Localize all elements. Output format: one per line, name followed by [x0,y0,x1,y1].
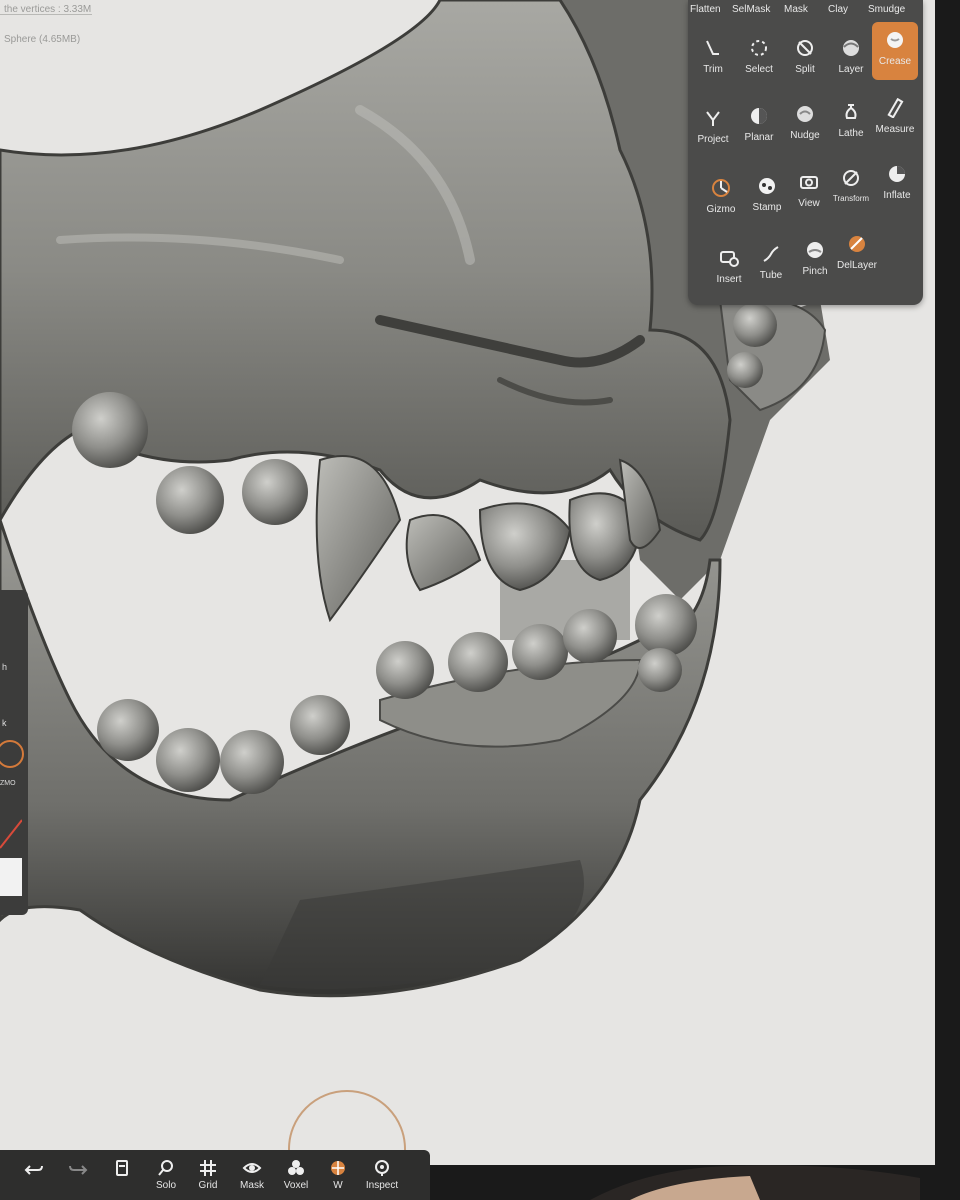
active-object-label[interactable]: Sphere (4.65MB) [4,34,80,45]
vertex-count-label: the vertices : 3.33M [4,4,92,15]
voxel-button[interactable]: Voxel [274,1150,318,1200]
tool-measure[interactable]: Measure [872,90,918,148]
dellayer-icon [849,236,865,252]
insert-icon [720,251,739,267]
project-icon [706,111,720,126]
mask-button[interactable]: Mask [230,1150,274,1200]
tool-mask[interactable]: Mask [784,4,808,15]
pinch-icon [807,242,823,258]
gizmo-label: ZMO [0,780,16,787]
tool-layer[interactable]: Layer [828,30,874,88]
wireframe-button[interactable]: W [316,1150,360,1200]
tool-tube[interactable]: Tube [748,236,794,294]
search-icon [158,1160,173,1176]
brush-stroke-icon[interactable] [0,812,22,852]
redo-icon [69,1165,88,1175]
left-dock-label[interactable]: h [2,662,7,672]
tool-project[interactable]: Project [690,100,736,158]
select-icon [751,40,767,56]
tool-insert[interactable]: Insert [706,240,752,298]
crease-icon [887,32,903,48]
planar-icon [751,108,767,124]
tool-trim[interactable]: Trim [690,30,736,88]
grid-button[interactable]: Grid [186,1150,230,1200]
gizmo-icon [712,179,730,197]
tool-lathe[interactable]: Lathe [828,94,874,152]
tool-inflate[interactable]: Inflate [874,156,920,214]
eye-icon [242,1163,262,1173]
stamp-icon [759,178,775,194]
tool-stamp[interactable]: Stamp [744,168,790,226]
tool-crease[interactable]: Crease [872,22,918,80]
tool-smudge[interactable]: Smudge [868,4,905,15]
lathe-icon [845,104,857,119]
files-icon [116,1160,128,1176]
tool-gizmo[interactable]: Gizmo [698,170,744,228]
tool-dellayer[interactable]: DelLayer [834,226,880,284]
tube-icon [763,246,779,262]
gizmo-icon[interactable] [0,740,24,768]
tool-select[interactable]: Select [736,30,782,88]
grid-icon [200,1160,216,1176]
undo-button[interactable] [12,1150,56,1200]
tool-nudge[interactable]: Nudge [782,96,828,154]
tool-flatten[interactable]: Flatten [690,4,721,15]
tool-clay[interactable]: Clay [828,4,848,15]
tool-planar[interactable]: Planar [736,98,782,156]
trim-icon [706,40,719,55]
camera-icon [800,176,818,189]
tool-pinch[interactable]: Pinch [792,232,838,290]
left-dock-label[interactable]: k [2,718,7,728]
sculpt-viewport[interactable]: the vertices : 3.33M Sphere (4.65MB) h k… [0,0,935,1165]
layer-icon [843,40,859,56]
nudge-icon [797,106,813,122]
voxel-icon [288,1160,304,1175]
bottom-toolbar: Solo Grid Mask Voxel W Inspect [0,1150,430,1200]
files-button[interactable] [100,1150,144,1200]
solo-button[interactable]: Solo [144,1150,188,1200]
inspect-icon [375,1160,389,1176]
wireframe-icon [331,1161,345,1175]
tool-split[interactable]: Split [782,30,828,88]
tool-selmask[interactable]: SelMask [732,4,770,15]
color-swatch[interactable] [0,858,22,896]
measure-icon [887,98,904,118]
tool-transform[interactable]: Transform [828,160,874,218]
transform-icon [843,170,859,186]
undo-icon [24,1165,43,1175]
stylus-hand [590,1165,920,1200]
inflate-icon [889,166,905,182]
tool-panel: Flatten SelMask Mask Clay Smudge Trim Se… [688,0,923,305]
tool-view[interactable]: View [786,164,832,222]
left-dock: h k ZMO [0,590,28,915]
inspect-button[interactable]: Inspect [360,1150,404,1200]
redo-button[interactable] [56,1150,100,1200]
split-icon [797,40,813,56]
